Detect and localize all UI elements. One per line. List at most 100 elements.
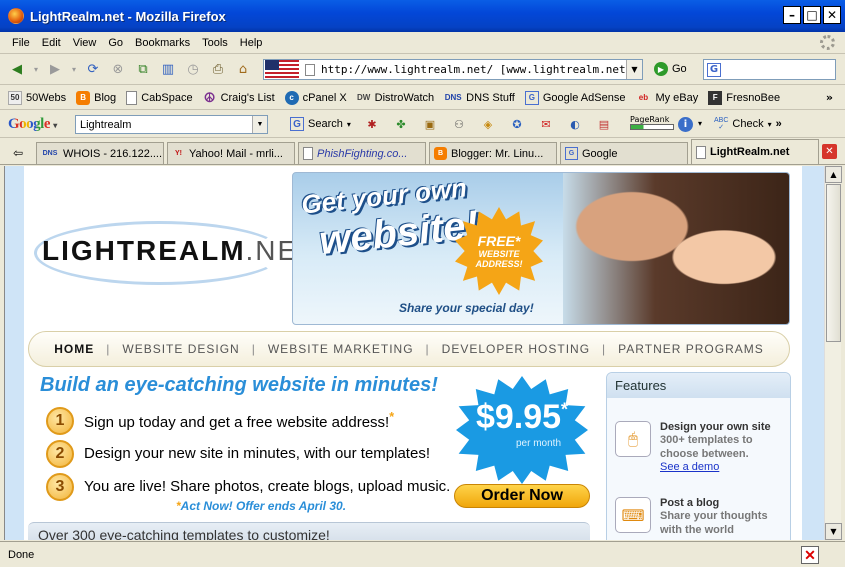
bookmark-myebay[interactable]: eb My eBay xyxy=(635,91,698,105)
feature-desc: Share your thoughts with the world xyxy=(660,510,768,536)
forward-arrow-icon[interactable]: ▶ xyxy=(44,59,66,81)
site-search-icon[interactable]: ✱ xyxy=(362,115,382,133)
compass-icon[interactable]: ✪ xyxy=(507,115,527,133)
step-number: 3 xyxy=(46,472,74,501)
tab-blogger[interactable]: B Blogger: Mr. Linu... xyxy=(429,142,557,164)
stop-icon[interactable]: ⊗ xyxy=(107,59,129,81)
menu-view[interactable]: View xyxy=(67,37,103,49)
tab-lightrealm[interactable]: LightRealm.net xyxy=(691,139,819,164)
popup-blocked-icon[interactable]: ✕ xyxy=(801,546,819,564)
tab-bar: ⇦ DNS WHOIS - 216.122.... Y! Yahoo! Mail -… xyxy=(0,139,845,165)
info-icon[interactable]: i xyxy=(678,117,693,132)
images-icon[interactable]: ▣ xyxy=(420,115,440,133)
bookmark-label: DistroWatch xyxy=(374,91,435,104)
menu-go[interactable]: Go xyxy=(102,37,129,49)
close-button[interactable]: ✕ xyxy=(823,6,841,24)
distrowatch-icon: DW xyxy=(356,93,371,102)
promo-banner[interactable]: Get your own website! FREE* WEBSITE ADDR… xyxy=(292,172,790,325)
keyboard-icon: ⌨ xyxy=(615,497,651,533)
menu-edit[interactable]: Edit xyxy=(36,37,67,49)
chevron-down-icon[interactable]: ▾ xyxy=(698,119,702,128)
url-dropdown-icon[interactable]: ▼ xyxy=(626,60,642,79)
bookmark-craigslist[interactable]: ☮ Craig's List xyxy=(203,90,275,105)
google-query-input[interactable]: Lightrealm ▼ xyxy=(75,115,268,134)
url-bar[interactable]: http://www.lightrealm.net/ [www.lightrea… xyxy=(263,59,643,80)
tab-whois[interactable]: DNS WHOIS - 216.122.... xyxy=(36,142,164,164)
search-input[interactable]: G xyxy=(703,59,836,80)
google-search-button[interactable]: G Search ▾ xyxy=(290,117,351,131)
scroll-down-icon[interactable]: ▼ xyxy=(825,523,842,540)
nav-website-marketing[interactable]: WEBSITE MARKETING xyxy=(268,342,414,356)
bookmark-50webs[interactable]: 50 50Webs xyxy=(8,90,67,105)
bookmark-label: cPanel X xyxy=(302,91,347,104)
see-demo-link[interactable]: See a demo xyxy=(660,461,780,473)
url-text: http://www.lightrealm.net/ [www.lightrea… xyxy=(321,63,633,76)
bookmark-adsense[interactable]: G Google AdSense xyxy=(524,90,625,105)
query-dropdown-icon[interactable]: ▼ xyxy=(252,116,267,133)
bookmark-cabspace[interactable]: CabSpace xyxy=(126,90,193,105)
back-arrow-icon[interactable]: ◀ xyxy=(6,59,28,81)
tab-google[interactable]: G Google xyxy=(560,142,688,164)
new-window-icon[interactable]: ⧉ xyxy=(132,59,154,81)
earth-icon[interactable]: ◐ xyxy=(565,115,585,133)
new-tab-icon[interactable]: ⇦ xyxy=(4,142,32,164)
features-title: Features xyxy=(607,373,790,398)
nav-website-design[interactable]: WEBSITE DESIGN xyxy=(122,342,239,356)
scroll-up-icon[interactable]: ▲ xyxy=(825,166,842,183)
feature-title: Design your own site xyxy=(660,421,771,433)
forward-dropdown-icon[interactable]: ▾ xyxy=(69,59,79,81)
menu-file[interactable]: File xyxy=(6,37,36,49)
nav-partner-programs[interactable]: PARTNER PROGRAMS xyxy=(618,342,764,356)
spell-check-button[interactable]: ABC ✓ Check ▾ » xyxy=(714,117,782,131)
vertical-scrollbar[interactable]: ▲ ▼ xyxy=(824,166,842,540)
bookmark-label: Blog xyxy=(94,91,117,104)
bookmark-dnsstuff[interactable]: DNS DNS Stuff xyxy=(444,91,515,105)
go-button[interactable]: ▶ Go xyxy=(654,62,687,76)
bookmark-distrowatch[interactable]: DW DistroWatch xyxy=(356,91,435,105)
pagerank-indicator[interactable]: PageRank xyxy=(630,115,674,130)
history-icon[interactable]: ◷ xyxy=(182,59,204,81)
price-value: $9.95* xyxy=(456,398,588,437)
bookmark-blog[interactable]: B Blog xyxy=(76,90,117,105)
pagerank-label: PageRank xyxy=(630,115,670,124)
lightrealm-logo[interactable]: LIGHTREALM.NET xyxy=(34,221,315,291)
title-bar: LightRealm.net - Mozilla Firefox – □ ✕ xyxy=(0,0,845,32)
banner-tagline: Share your special day! xyxy=(399,301,534,315)
nav-separator: | xyxy=(106,342,111,356)
popup-blocker-icon[interactable]: ◈ xyxy=(478,115,498,133)
tab-phishfighting[interactable]: PhishFighting.co... xyxy=(298,142,426,164)
minimize-button[interactable]: – xyxy=(783,6,801,24)
reload-icon[interactable]: ⟳ xyxy=(82,59,104,81)
nav-developer-hosting[interactable]: DEVELOPER HOSTING xyxy=(442,342,590,356)
bookmarks-sidebar-icon[interactable]: ▥ xyxy=(157,59,179,81)
bookmark-label: 50Webs xyxy=(26,91,67,104)
scroll-thumb[interactable] xyxy=(826,184,841,342)
autofill-icon[interactable]: ▤ xyxy=(594,115,614,133)
nav-home[interactable]: HOME xyxy=(54,342,94,356)
bookmark-fresnobee[interactable]: F FresnoBee xyxy=(708,90,780,105)
print-icon[interactable]: ⎙ xyxy=(207,59,229,81)
page-icon xyxy=(303,147,313,160)
google-engine-icon[interactable]: G xyxy=(707,62,721,77)
order-now-button[interactable]: Order Now xyxy=(454,484,590,508)
bookmark-cpanel[interactable]: c cPanel X xyxy=(284,90,347,105)
gmail-icon[interactable]: ✉ xyxy=(536,115,556,133)
back-dropdown-icon[interactable]: ▾ xyxy=(31,59,41,81)
home-icon[interactable]: ⌂ xyxy=(232,59,254,81)
google-toolbar: Google ▾ Lightrealm ▼ G Search ▾ ✱ ✤ ▣ ⚇… xyxy=(0,111,845,138)
menu-bookmarks[interactable]: Bookmarks xyxy=(129,37,196,49)
tab-yahoo-mail[interactable]: Y! Yahoo! Mail - mrli... xyxy=(167,142,295,164)
close-tab-icon[interactable]: ✕ xyxy=(822,144,837,159)
news-icon[interactable]: ✤ xyxy=(391,115,411,133)
menu-tools[interactable]: Tools xyxy=(196,37,234,49)
page-icon xyxy=(126,90,138,105)
chevron-down-icon: ▾ xyxy=(767,119,772,129)
chevron-more-icon[interactable]: » xyxy=(826,91,833,104)
google-logo[interactable]: Google ▾ xyxy=(8,116,57,133)
groups-icon[interactable]: ⚇ xyxy=(449,115,469,133)
chevron-more-icon[interactable]: » xyxy=(776,118,782,130)
ebay-icon: eb xyxy=(638,93,649,102)
menu-help[interactable]: Help xyxy=(234,37,269,49)
maximize-button[interactable]: □ xyxy=(803,6,821,24)
blogger-icon: B xyxy=(434,147,447,160)
